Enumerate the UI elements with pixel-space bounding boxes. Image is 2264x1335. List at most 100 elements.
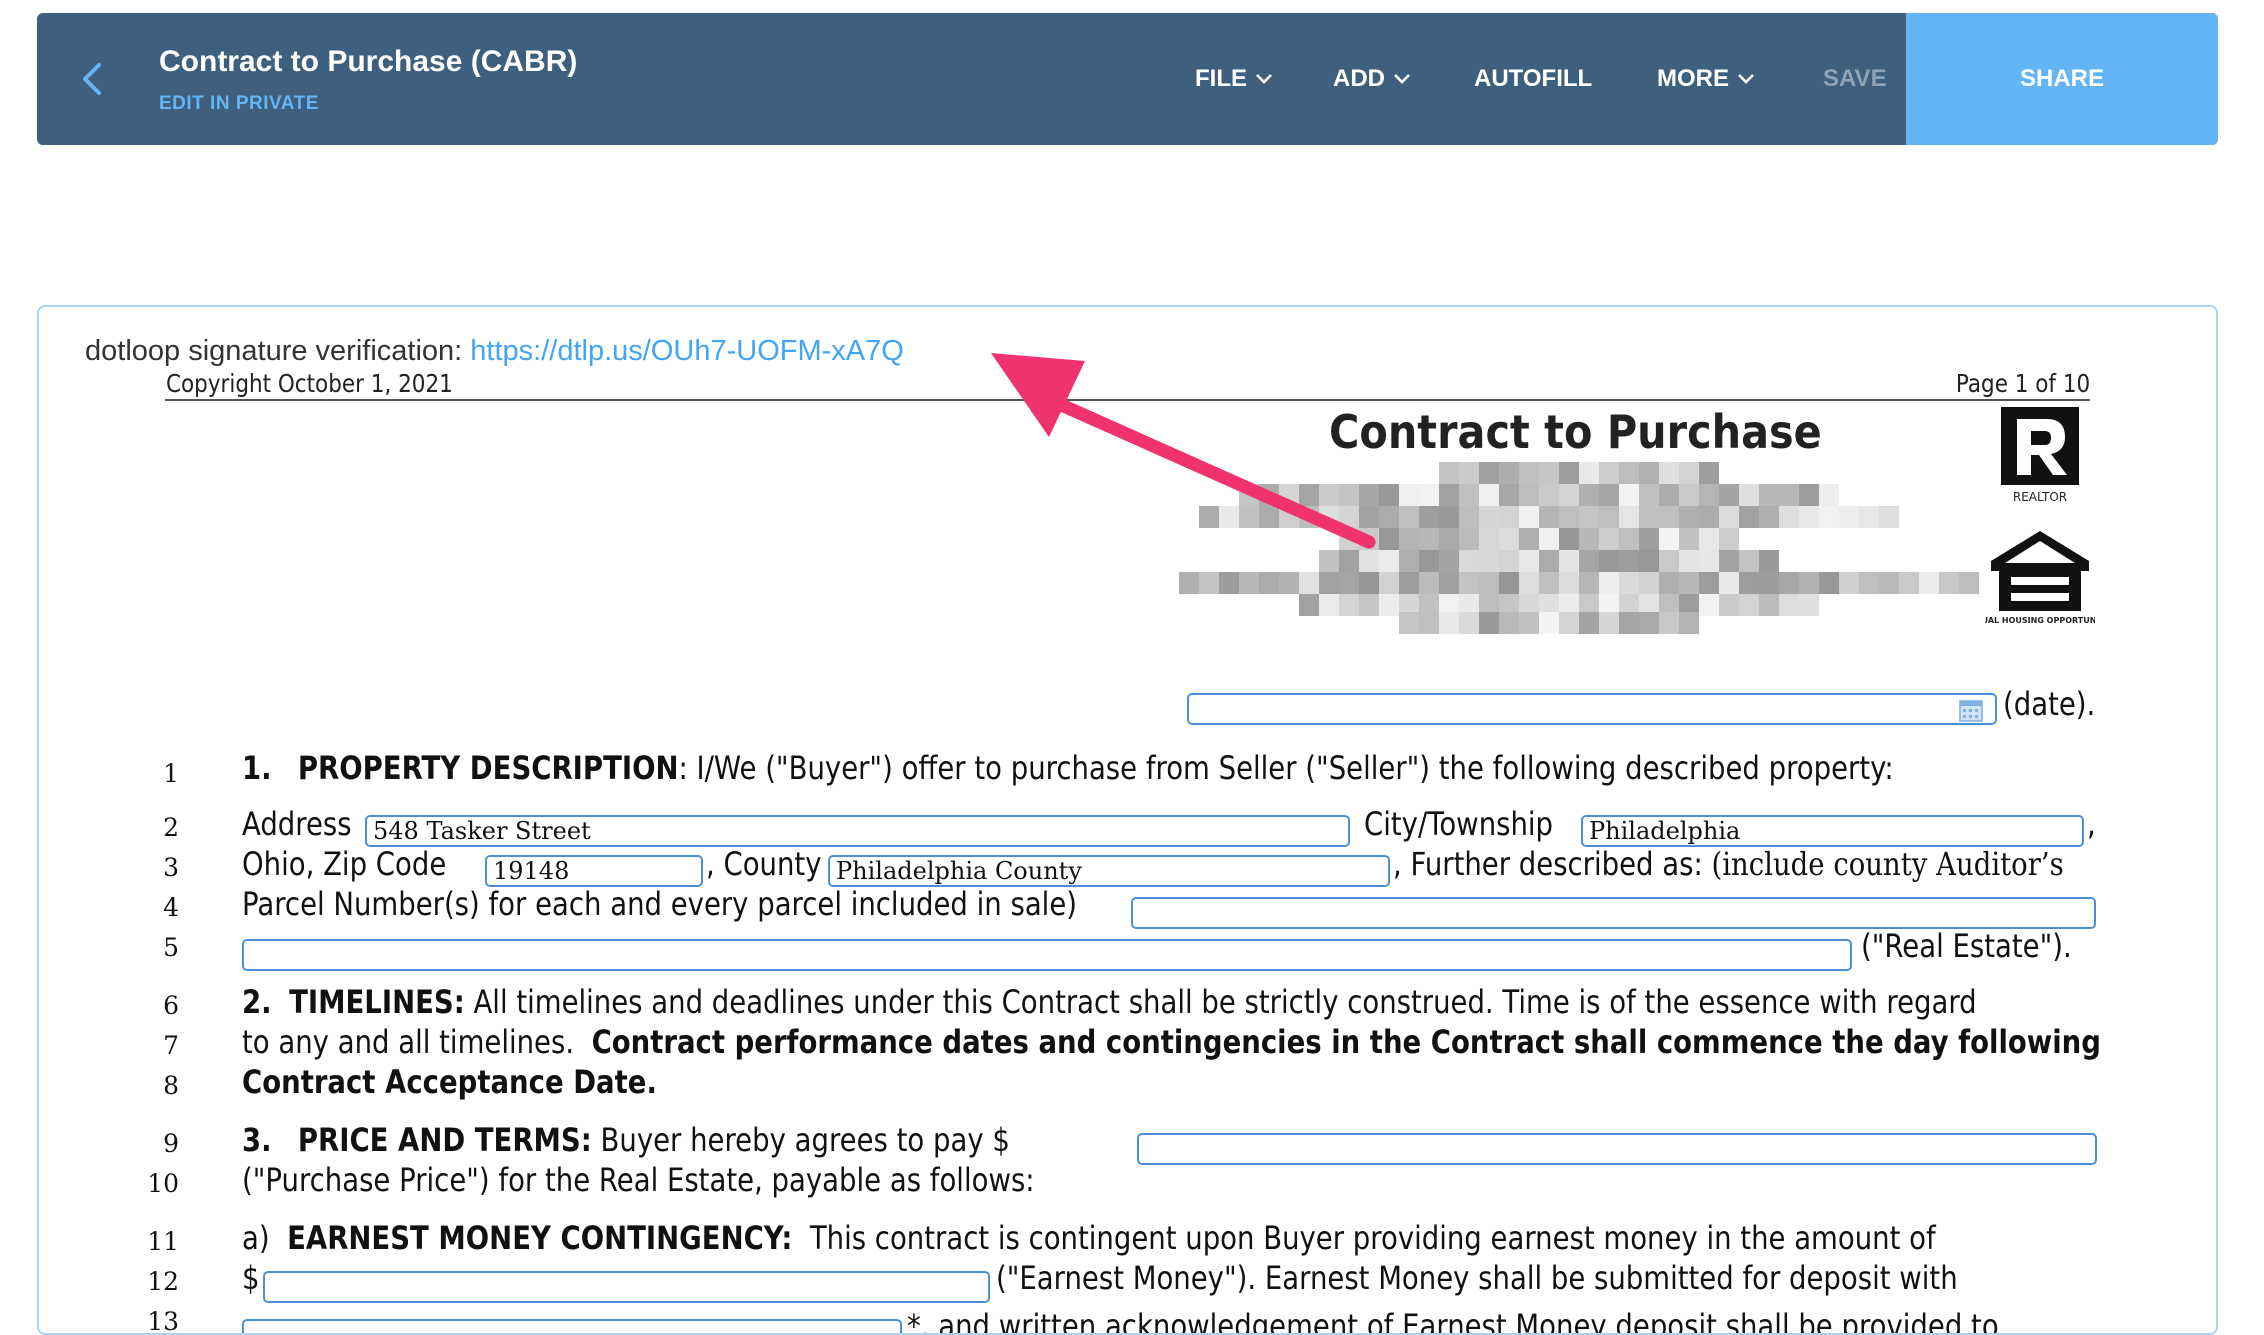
redaction-pixel (1699, 594, 1719, 616)
redaction-pixel (1499, 550, 1519, 572)
redaction-pixel (1759, 572, 1779, 594)
redaction-pixel (1419, 484, 1439, 506)
redaction-pixel (1559, 484, 1579, 506)
redaction-pixel (1759, 506, 1779, 528)
purchase-price-field[interactable] (1137, 1133, 2097, 1165)
zip-code-field[interactable]: 19148 (485, 855, 703, 887)
redaction-pixel (1399, 550, 1419, 572)
redaction-pixel (1839, 572, 1859, 594)
redaction-pixel (1679, 484, 1699, 506)
city-field[interactable]: Philadelphia (1581, 815, 2084, 847)
real-estate-label: ("Real Estate"). (1861, 927, 2072, 965)
redaction-pixel (1259, 506, 1279, 528)
section-3-line: 3. PRICE AND TERMS: Buyer hereby agrees … (242, 1121, 1010, 1159)
dollar-sign: $ (242, 1259, 260, 1297)
file-menu[interactable]: FILE (1195, 13, 1273, 145)
redaction-pixel (1479, 462, 1499, 484)
redaction-pixel (1479, 484, 1499, 506)
redaction-pixel (1639, 506, 1659, 528)
redaction-pixel (1739, 484, 1759, 506)
redaction-pixel (1799, 506, 1819, 528)
redaction-pixel (1799, 484, 1819, 506)
redaction-pixel (1539, 484, 1559, 506)
redaction-pixel (1379, 484, 1399, 506)
redaction-pixel (1539, 462, 1559, 484)
escrow-agent-field[interactable] (242, 1319, 902, 1333)
chevron-left-icon (83, 63, 101, 95)
redaction-pixel (1639, 528, 1659, 550)
redaction-pixel (1899, 572, 1919, 594)
redaction-pixel (1779, 484, 1799, 506)
redaction-pixel (1579, 484, 1599, 506)
redaction-pixel (1579, 572, 1599, 594)
county-field[interactable]: Philadelphia County (828, 855, 1390, 887)
redaction-pixel (1599, 484, 1619, 506)
more-menu[interactable]: MORE (1657, 13, 1755, 145)
redaction-pixel (1739, 506, 1759, 528)
section-2-line: 2. TIMELINES: All timelines and deadline… (242, 983, 1977, 1021)
parcel-number-field[interactable] (1131, 897, 2096, 929)
earnest-money-field[interactable] (263, 1271, 990, 1303)
redaction-pixel (1359, 528, 1379, 550)
autofill-button[interactable]: AUTOFILL (1474, 13, 1592, 145)
redaction-pixel (1279, 506, 1299, 528)
redaction-pixel (1619, 528, 1639, 550)
redaction-pixel (1479, 612, 1499, 634)
redaction-pixel (1699, 528, 1719, 550)
real-estate-description-field[interactable] (242, 939, 1852, 971)
redaction-pixel (1799, 594, 1819, 616)
add-menu[interactable]: ADD (1333, 13, 1411, 145)
address-field[interactable]: 548 Tasker Street (365, 815, 1350, 847)
redaction-pixel (1359, 506, 1379, 528)
redaction-pixel (1599, 462, 1619, 484)
redaction-pixel (1379, 594, 1399, 616)
line-number: 1 (163, 759, 179, 788)
redaction-pixel (1639, 550, 1659, 572)
edit-in-private-link[interactable]: EDIT IN PRIVATE (159, 93, 319, 115)
redaction-pixel (1319, 484, 1339, 506)
comma-text: , (2087, 805, 2096, 843)
address-label: Address (242, 805, 352, 843)
redaction-pixel (1539, 550, 1559, 572)
date-field[interactable] (1187, 693, 1997, 725)
redaction-pixel (1619, 550, 1639, 572)
redaction-pixel (1659, 612, 1679, 634)
save-button[interactable]: SAVE (1823, 13, 1887, 145)
line-number: 6 (163, 991, 179, 1020)
redaction-pixel (1719, 550, 1739, 572)
redaction-pixel (1479, 550, 1499, 572)
redaction-pixel (1779, 594, 1799, 616)
redaction-pixel (1879, 506, 1899, 528)
county-label: , County (706, 845, 822, 883)
redaction-pixel (1419, 572, 1439, 594)
redaction-pixel (1419, 550, 1439, 572)
auditor-note: (include county Auditor’s (1711, 845, 2064, 883)
back-button[interactable] (71, 57, 115, 101)
redaction-pixel (1439, 550, 1459, 572)
redaction-pixel (1499, 612, 1519, 634)
redaction-pixel (1499, 462, 1519, 484)
section-number: 3. (242, 1121, 272, 1159)
calendar-icon[interactable] (1959, 698, 1983, 722)
redaction-pixel (1719, 506, 1739, 528)
document-page: Copyright October 1, 2021 Page 1 of 10 C… (39, 307, 2216, 1333)
share-label: SHARE (2019, 65, 2104, 92)
redaction-pixel (1579, 612, 1599, 634)
redaction-pixel (1599, 528, 1619, 550)
timelines-line-7: to any and all timelines. Contract perfo… (242, 1023, 2101, 1061)
redaction-pixel (1659, 484, 1679, 506)
section-text: Buyer hereby agrees to pay $ (600, 1121, 1010, 1159)
redaction-pixel (1719, 528, 1739, 550)
equal-housing-text: EQUAL HOUSING OPPORTUNITY (1985, 616, 2095, 625)
redaction-pixel (1719, 572, 1739, 594)
redaction-pixel (1339, 506, 1359, 528)
redaction-pixel (1339, 572, 1359, 594)
share-button[interactable]: SHARE (1906, 13, 2218, 145)
redaction-pixel (1239, 572, 1259, 594)
redaction-pixel (1499, 528, 1519, 550)
redaction-pixel (1679, 550, 1699, 572)
redaction-pixel (1639, 572, 1659, 594)
redaction-pixel (1199, 572, 1219, 594)
chevron-down-icon (1255, 73, 1273, 85)
redaction-pixel (1659, 528, 1679, 550)
